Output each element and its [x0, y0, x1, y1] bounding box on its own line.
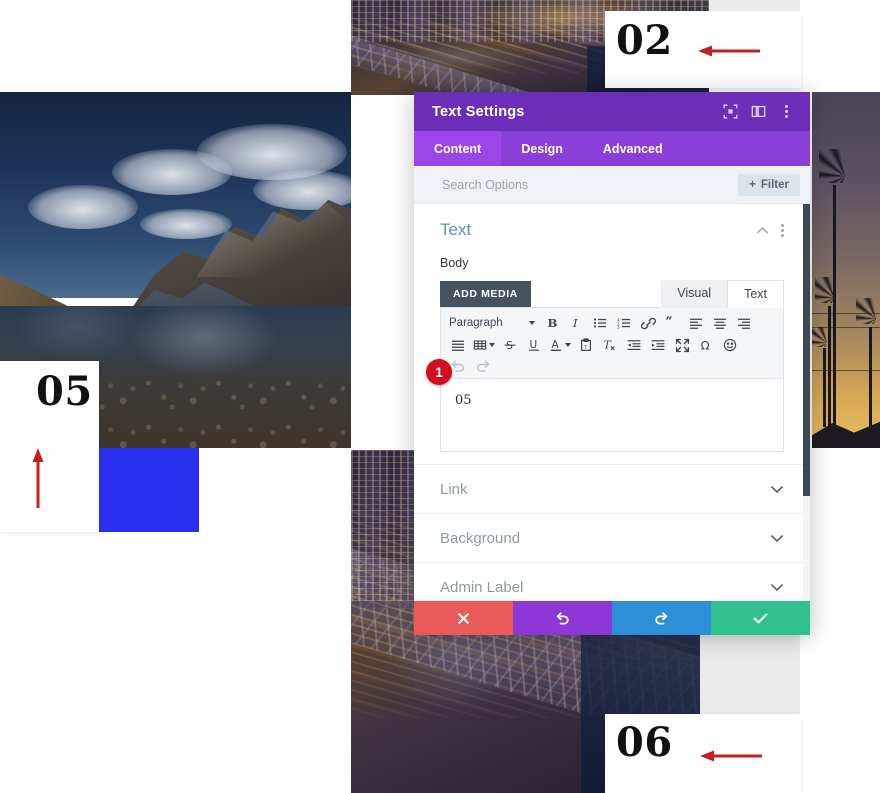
svg-text:3: 3: [617, 324, 620, 329]
text-section-title: Text: [440, 220, 472, 239]
align-justify-icon[interactable]: [447, 335, 469, 355]
modal-header: Text Settings: [414, 92, 810, 131]
accordion-admin-label[interactable]: Admin Label: [414, 562, 810, 601]
editor-toolbar: Paragraph B I 1 2 3 “ U A T T Ω: [440, 307, 784, 378]
svg-text:A: A: [552, 339, 560, 351]
tab-visual[interactable]: Visual: [661, 280, 728, 308]
indent-icon[interactable]: [647, 335, 669, 355]
focus-target-icon[interactable]: [718, 100, 742, 124]
svg-text:Ω: Ω: [701, 338, 710, 352]
callout-arrow-left-06: [700, 750, 764, 762]
accordion-link[interactable]: Link: [414, 464, 810, 513]
blockquote-icon[interactable]: “: [661, 313, 683, 333]
save-button[interactable]: [711, 601, 810, 635]
svg-text:“: “: [665, 316, 672, 328]
chevron-down-icon: [770, 583, 784, 592]
svg-text:U: U: [530, 339, 538, 351]
align-center-icon[interactable]: [709, 313, 731, 333]
blue-square-block: [99, 448, 199, 532]
editor-content-area[interactable]: 05: [440, 378, 784, 452]
chevron-down-icon: [770, 485, 784, 494]
callout-arrow-up-05: [31, 448, 45, 510]
clear-formatting-icon[interactable]: T: [599, 335, 621, 355]
paste-as-text-icon[interactable]: T: [575, 335, 597, 355]
chevron-down-icon: [770, 534, 784, 543]
link-icon[interactable]: [637, 313, 659, 333]
filter-button-label: Filter: [760, 178, 789, 191]
accordion-list: Link Background Admin Label: [414, 464, 810, 601]
modal-title: Text Settings: [432, 103, 525, 120]
redo-button[interactable]: [612, 601, 711, 635]
search-options-bar: + Filter: [414, 166, 810, 204]
strikethrough-icon[interactable]: S: [499, 335, 521, 355]
accordion-admin-label-text: Admin Label: [440, 578, 524, 596]
svg-text:T: T: [584, 345, 587, 351]
svg-text:I: I: [572, 316, 578, 330]
plus-icon: +: [749, 178, 756, 191]
chevron-up-icon[interactable]: [756, 226, 769, 235]
more-options-icon[interactable]: [774, 100, 798, 124]
search-input[interactable]: [440, 176, 739, 193]
chevron-down-icon: [489, 343, 495, 347]
special-character-icon[interactable]: Ω: [695, 335, 717, 355]
bulleted-list-icon[interactable]: [589, 313, 611, 333]
editor-mode-tabs: Visual Text: [661, 280, 784, 308]
undo-button[interactable]: [513, 601, 612, 635]
numbered-list-icon[interactable]: 1 2 3: [613, 313, 635, 333]
emoji-icon[interactable]: [719, 335, 741, 355]
modal-scrollbar-track[interactable]: [803, 204, 810, 601]
toolbar-row-2: S U: [447, 334, 777, 356]
layout-panel-icon[interactable]: [746, 100, 770, 124]
callout-number-02: 02: [616, 17, 673, 64]
editor-media-row: ADD MEDIA Visual Text: [440, 279, 784, 308]
wp-editor: ADD MEDIA Visual Text Paragraph B I 1 2 …: [440, 279, 784, 452]
text-color-icon[interactable]: A: [547, 335, 573, 355]
toolbar-row-3: [447, 356, 777, 376]
tab-design[interactable]: Design: [501, 131, 583, 166]
svg-text:B: B: [548, 316, 558, 330]
filter-button[interactable]: + Filter: [738, 173, 800, 196]
paragraph-format-select[interactable]: Paragraph: [447, 317, 541, 329]
chevron-down-icon: [529, 321, 535, 325]
modal-footer: [414, 601, 810, 635]
accordion-background-label: Background: [440, 529, 521, 547]
section-more-options-icon[interactable]: [781, 223, 784, 237]
add-media-button[interactable]: ADD MEDIA: [440, 281, 531, 307]
underline-icon[interactable]: U: [523, 335, 545, 355]
toolbar-row-1: Paragraph B I 1 2 3 “: [447, 312, 777, 334]
text-section: Text Body ADD MEDIA Visual Text Paragrap…: [414, 204, 810, 452]
align-right-icon[interactable]: [733, 313, 755, 333]
page-canvas: 02 05 06 Text Settings Content Design Ad…: [0, 0, 880, 793]
text-section-header: Text: [440, 220, 784, 240]
bold-icon[interactable]: B: [541, 313, 563, 333]
modal-tab-bar: Content Design Advanced: [414, 131, 810, 166]
fullscreen-icon[interactable]: [671, 335, 693, 355]
outdent-icon[interactable]: [623, 335, 645, 355]
accordion-link-label: Link: [440, 480, 468, 498]
tab-advanced[interactable]: Advanced: [583, 131, 683, 166]
photo-palm-trees-sunset: [812, 92, 880, 448]
tab-content[interactable]: Content: [414, 131, 502, 166]
modal-scrollbar-thumb[interactable]: [803, 204, 810, 496]
paragraph-format-label: Paragraph: [449, 317, 503, 329]
body-field-label: Body: [440, 256, 469, 270]
callout-arrow-left-02: [698, 45, 762, 57]
modal-body: Text Body ADD MEDIA Visual Text Paragrap…: [414, 204, 810, 601]
italic-icon[interactable]: I: [565, 313, 587, 333]
step-badge-1: 1: [426, 359, 452, 385]
chevron-down-icon: [565, 343, 571, 347]
tab-text[interactable]: Text: [727, 280, 784, 308]
align-left-icon[interactable]: [685, 313, 707, 333]
accordion-background[interactable]: Background: [414, 513, 810, 562]
callout-number-06: 06: [616, 719, 673, 766]
table-icon[interactable]: [471, 335, 497, 355]
redo-icon[interactable]: [471, 356, 493, 376]
callout-number-05: 05: [36, 368, 93, 415]
cancel-button[interactable]: [414, 601, 513, 635]
text-settings-modal: Text Settings Content Design Advanced Se…: [414, 92, 810, 635]
